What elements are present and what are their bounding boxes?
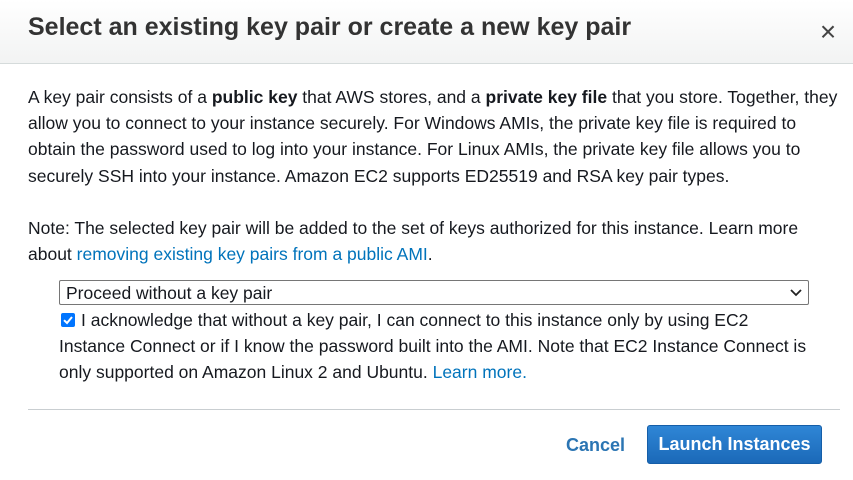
- intro-text: A key pair consists of a: [28, 87, 212, 107]
- note-text: Note: The selected key pair will be adde…: [28, 217, 799, 238]
- launch-instances-button[interactable]: Launch Instances: [647, 425, 822, 464]
- checkmark-icon: [63, 316, 73, 325]
- intro-text: securely SSH into your instance. Amazon …: [28, 165, 730, 186]
- dialog-body: A key pair consists of a public key that…: [28, 84, 840, 267]
- footer-divider: [28, 409, 840, 410]
- note-paragraph: Note: The selected key pair will be adde…: [28, 215, 840, 267]
- acknowledge-text: Instance Connect or if I know the passwo…: [59, 336, 807, 357]
- public-key-term: public key: [211, 87, 298, 107]
- intro-text: that AWS stores, and a: [297, 87, 486, 107]
- dialog-title: Select an existing key pair or create a …: [28, 13, 632, 41]
- note-text: .: [427, 244, 433, 265]
- acknowledge-text: I acknowledge that without a key pair, I…: [81, 310, 749, 330]
- close-icon[interactable]: ×: [813, 18, 843, 48]
- key-pair-dialog: Select an existing key pair or create a …: [0, 0, 853, 480]
- private-key-file-term: private key file: [485, 87, 608, 107]
- intro-text: that you store. Together, they: [607, 87, 838, 107]
- acknowledge-text: only supported on Amazon Linux 2 and Ubu…: [59, 362, 433, 383]
- note-text: about: [28, 244, 77, 265]
- acknowledge-block: I acknowledge that without a key pair, I…: [59, 307, 829, 386]
- cancel-button[interactable]: Cancel: [566, 433, 625, 457]
- key-pair-select-value: Proceed without a key pair: [66, 283, 273, 303]
- acknowledge-checkbox[interactable]: [61, 313, 75, 327]
- intro-text: allow you to connect to your instance se…: [28, 113, 797, 134]
- learn-more-link[interactable]: Learn more.: [433, 362, 527, 382]
- chevron-down-icon: [790, 289, 802, 297]
- remove-key-pairs-link[interactable]: removing existing key pairs from a publi…: [77, 244, 428, 264]
- key-pair-select[interactable]: Proceed without a key pair: [59, 280, 809, 305]
- intro-text: obtain the password used to log into you…: [28, 139, 801, 160]
- intro-paragraph: A key pair consists of a public key that…: [28, 84, 840, 189]
- dialog-header: Select an existing key pair or create a …: [0, 0, 853, 64]
